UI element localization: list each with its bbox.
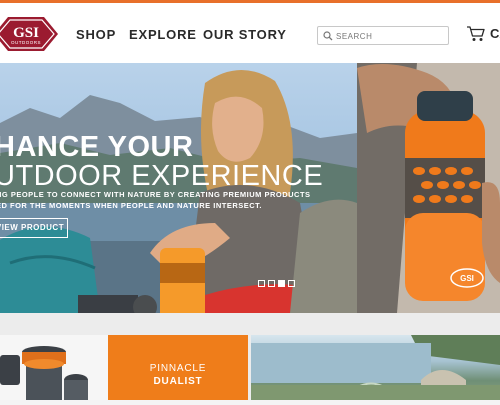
search-icon [323, 31, 333, 41]
lake-camp-tile[interactable] [251, 335, 500, 400]
pinnacle-dualist-tile[interactable]: PINNACLE DUALIST [108, 335, 248, 400]
lake-camp-image [251, 335, 500, 400]
hero-subtitle-line1: NG PEOPLE TO CONNECT WITH NATURE BY CREA… [0, 190, 311, 199]
logo-text: GSI [13, 25, 39, 41]
carousel-dot-2[interactable] [268, 280, 275, 287]
bottle-logo-text: GSI [460, 274, 474, 283]
nav-explore[interactable]: EXPLORE [129, 27, 197, 42]
carousel-dot-1[interactable] [258, 280, 265, 287]
view-product-button[interactable]: VIEW PRODUCT [0, 218, 68, 238]
site-header: GSI OUTDOORS SHOP EXPLORE OUR STORY CA [0, 3, 500, 63]
cookset-tile[interactable] [0, 335, 108, 400]
promo-line1: PINNACLE [149, 363, 207, 374]
hero-side-photo: GSI [357, 63, 500, 313]
gsi-logo[interactable]: GSI OUTDOORS [0, 13, 62, 55]
cookset-image [0, 346, 88, 400]
featured-row: PINNACLE DUALIST [0, 313, 500, 400]
logo-subtext: OUTDOORS [11, 40, 41, 45]
carousel-dot-4[interactable] [288, 280, 295, 287]
hero-title-line1: HANCE YOUR [0, 131, 194, 163]
search-box[interactable] [317, 26, 449, 45]
cart-icon [467, 26, 485, 41]
hero-subtitle-line2: ED FOR THE MOMENTS WHEN PEOPLE AND NATUR… [0, 201, 263, 210]
hero-subtitle: NG PEOPLE TO CONNECT WITH NATURE BY CREA… [0, 189, 311, 211]
hero-carousel: GSI HANCE YOUR UTDOOR EXPERIENCE NG PEOP… [0, 63, 500, 313]
nav-shop[interactable]: SHOP [76, 27, 116, 42]
hero-headline: HANCE YOUR UTDOOR EXPERIENCE [0, 133, 323, 191]
carousel-dot-3[interactable] [278, 280, 285, 287]
search-input[interactable] [336, 29, 444, 43]
nav-our-story[interactable]: OUR STORY [203, 27, 287, 42]
cart-label: CA [490, 26, 500, 41]
hero-title-line2: UTDOOR EXPERIENCE [0, 160, 324, 192]
cart-link[interactable]: CA [466, 25, 500, 45]
promo-line2: DUALIST [153, 376, 203, 387]
